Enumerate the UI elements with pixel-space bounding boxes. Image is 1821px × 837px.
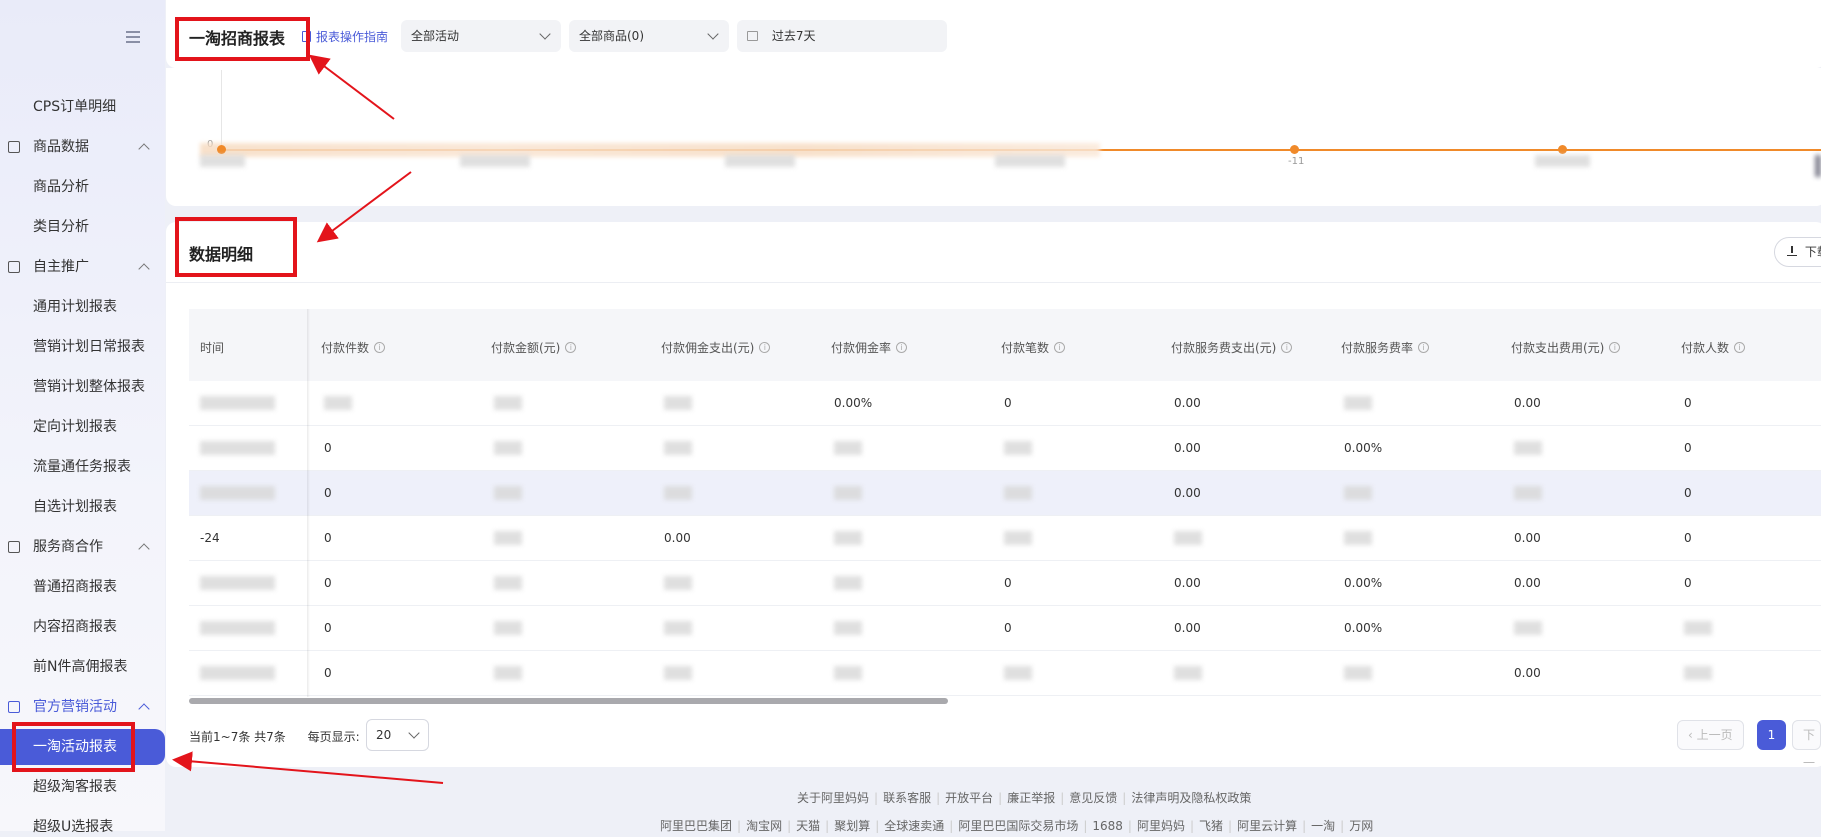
annotation-arrows: [172, 54, 444, 784]
